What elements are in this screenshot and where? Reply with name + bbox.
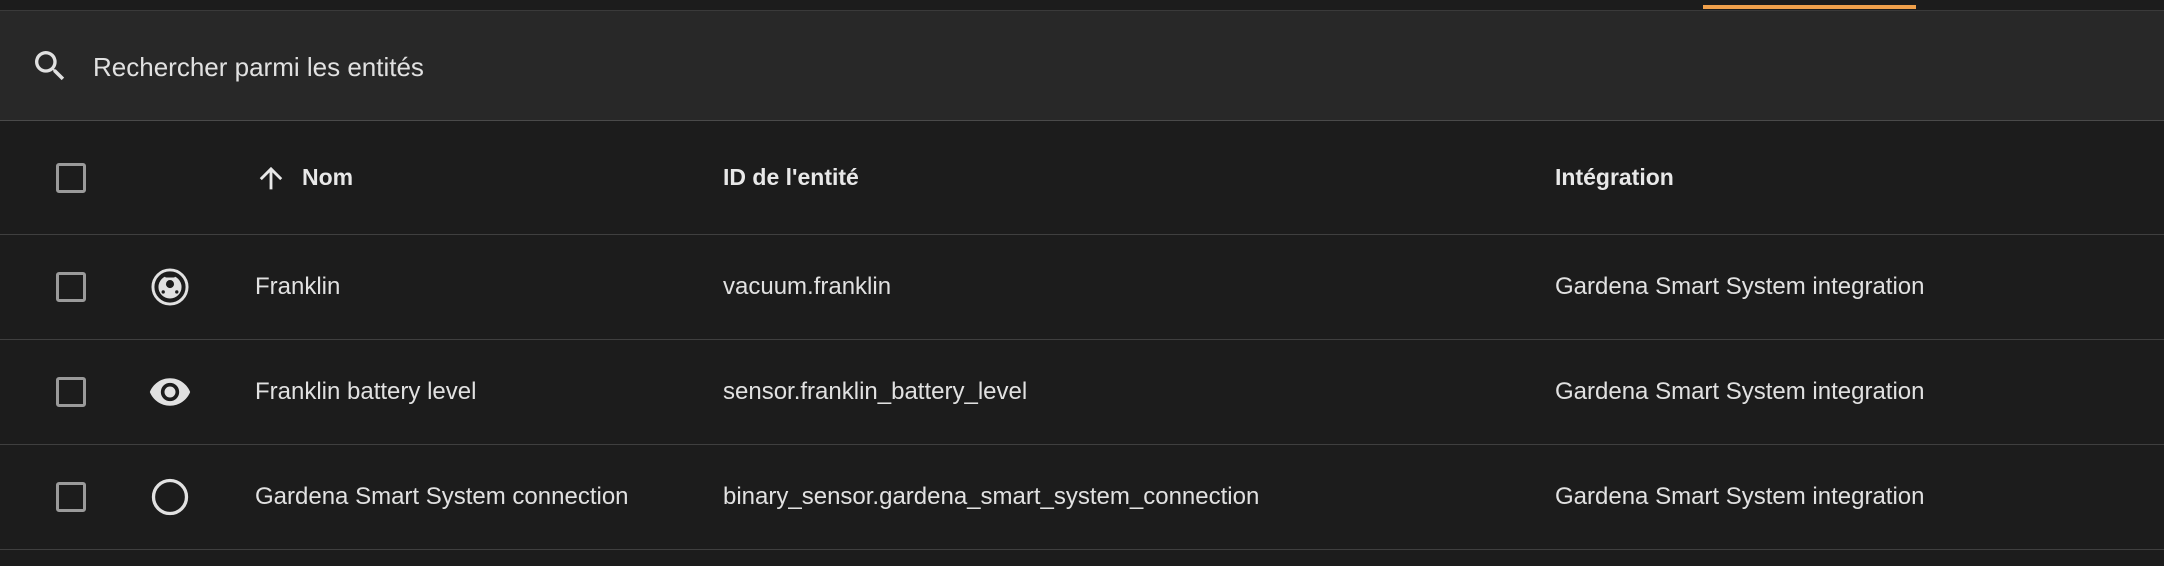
search-icon [35,51,65,81]
column-header-name[interactable]: Nom [255,121,353,234]
entity-integration: Gardena Smart System integration [1555,273,1925,300]
entities-table: Nom ID de l'entité Intégration Franklin … [0,121,2164,550]
entity-name: Franklin battery level [255,378,477,405]
entity-name: Franklin [255,273,341,300]
row-checkbox[interactable] [56,482,86,512]
tab-bar [0,0,2164,11]
search-bar [0,11,2164,121]
eye-icon [149,378,191,406]
entity-integration: Gardena Smart System integration [1555,483,1925,510]
row-checkbox[interactable] [56,377,86,407]
robot-vacuum-icon [151,268,189,306]
entity-name: Gardena Smart System connection [255,483,629,510]
column-header-entity-id[interactable]: ID de l'entité [723,121,859,234]
active-tab-indicator [1703,5,1916,9]
column-header-integration-label: Intégration [1555,164,1674,190]
column-header-entity-id-label: ID de l'entité [723,164,859,190]
table-row[interactable]: Franklin vacuum.franklin Gardena Smart S… [0,235,2164,340]
row-checkbox[interactable] [56,272,86,302]
entity-integration: Gardena Smart System integration [1555,378,1925,405]
column-header-integration[interactable]: Intégration [1555,121,1674,234]
entity-id: sensor.franklin_battery_level [723,378,1028,405]
entity-id: binary_sensor.gardena_smart_system_conne… [723,483,1260,510]
arrow-up-icon [259,166,283,189]
entity-id: vacuum.franklin [723,273,892,300]
circle-outline-icon [151,478,189,516]
search-input[interactable] [91,41,1995,93]
table-header-row: Nom ID de l'entité Intégration [0,121,2164,235]
table-row[interactable]: Franklin battery level sensor.franklin_b… [0,340,2164,445]
table-row[interactable]: Gardena Smart System connection binary_s… [0,445,2164,550]
column-header-name-label: Nom [302,164,354,190]
select-all-checkbox[interactable] [56,162,86,193]
